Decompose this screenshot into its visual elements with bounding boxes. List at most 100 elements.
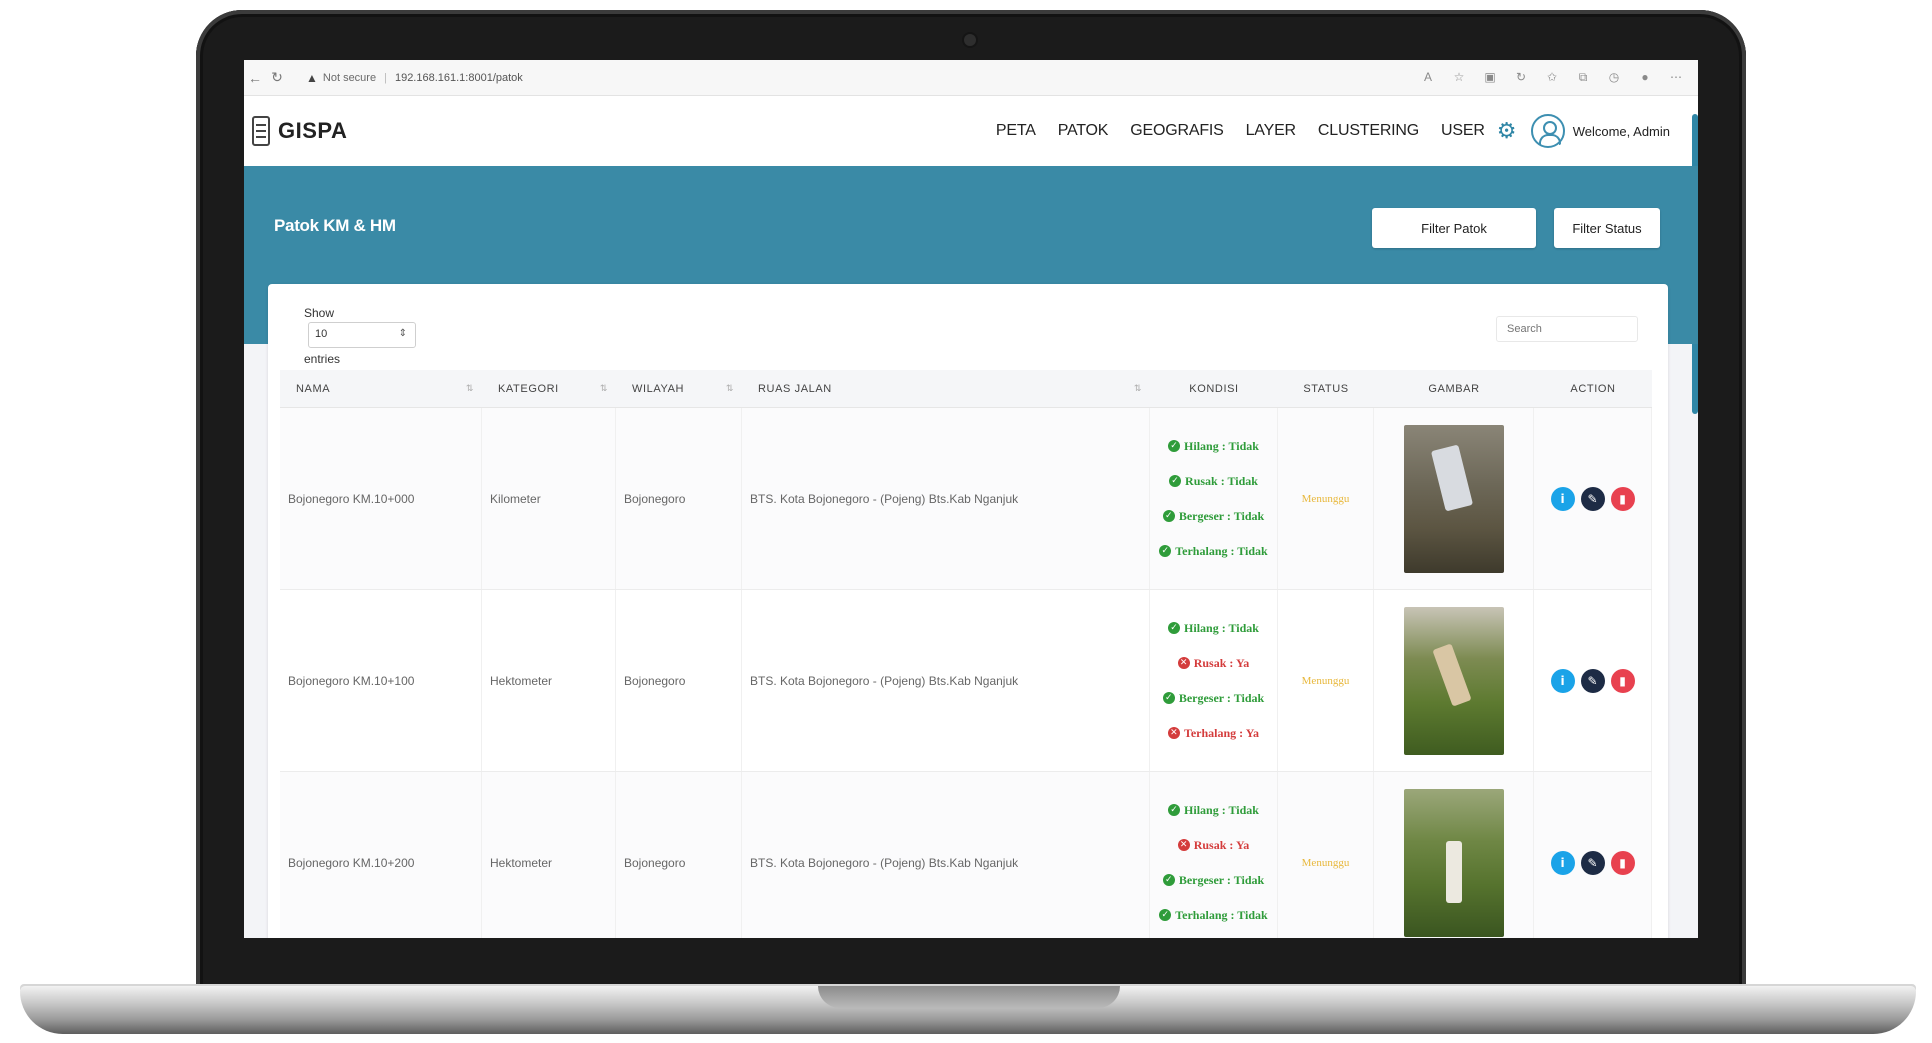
patok-table: NAMA ⇅ KATEGORI ⇅ WILAYAH ⇅ RUAS JALAN ⇅ KON…	[280, 370, 1652, 938]
column-header-nama[interactable]: NAMA ⇅	[280, 370, 482, 407]
laptop-notch	[818, 986, 1120, 1008]
webcam	[964, 34, 976, 46]
cell-ruas-jalan: BTS. Kota Bojonegoro - (Pojeng) Bts.Kab …	[742, 772, 1150, 938]
patok-post-shape	[1445, 840, 1462, 903]
brand-name: GISPA	[278, 118, 348, 143]
info-icon[interactable]: i	[1550, 486, 1575, 511]
browser-toolbar: ← ↻ ▲ Not secure | 192.168.161.1:8001/pa…	[244, 60, 1698, 96]
cell-status: Menunggu	[1278, 408, 1374, 589]
search-input[interactable]	[1496, 316, 1638, 342]
check-circle-icon: ✓	[1168, 622, 1181, 634]
kondisi-rusak: ✕ Rusak : Ya	[1177, 656, 1249, 671]
cell-gambar	[1374, 408, 1534, 589]
patok-photo[interactable]	[1403, 606, 1504, 755]
column-header-kategori[interactable]: KATEGORI ⇅	[482, 370, 616, 407]
cell-wilayah: Bojonegoro	[616, 772, 742, 938]
browser-tools: A ☆ ▣ ↻ ✩ ⧉ ◷ ● ⋯	[1418, 70, 1698, 85]
cell-action: i ✎ ▮	[1534, 772, 1652, 938]
sort-icon: ⇅	[1133, 383, 1142, 393]
trash-icon[interactable]: ▮	[1610, 486, 1635, 511]
check-circle-icon: ✓	[1169, 475, 1182, 487]
edit-icon[interactable]: ✎	[1580, 668, 1605, 693]
app-navbar: GISPA PETA PATOK GEOGRAFIS LAYER CLUSTER…	[244, 96, 1698, 414]
cell-kondisi: ✓ Hilang : Tidak ✕ Rusak : Ya ✓ Bergeser : …	[1150, 772, 1278, 938]
read-aloud-icon[interactable]: A	[1418, 70, 1438, 85]
column-header-kondisi: KONDISI	[1189, 382, 1239, 395]
warning-icon: ▲	[306, 70, 318, 85]
kondisi-rusak: ✕ Rusak : Ya	[1177, 838, 1249, 853]
brand[interactable]: GISPA	[252, 116, 347, 146]
entries-label: entries	[304, 352, 341, 366]
filter-patok-button[interactable]: Filter Patok	[1372, 208, 1536, 248]
nav-item-user[interactable]: USER	[1441, 122, 1485, 140]
brand-logo-icon	[252, 116, 270, 146]
page-length-value: 10	[315, 328, 328, 340]
patok-photo[interactable]	[1403, 788, 1504, 937]
table-row: Bojonegoro KM.10+200 Hektometer Bojonego…	[280, 772, 1652, 938]
nav-item-peta[interactable]: PETA	[996, 122, 1036, 140]
tab-icon[interactable]: ▣	[1480, 70, 1500, 85]
kondisi-hilang: ✓ Hilang : Tidak	[1168, 803, 1259, 818]
check-circle-icon: ✓	[1159, 545, 1172, 557]
trash-icon[interactable]: ▮	[1610, 850, 1635, 875]
sort-icon: ⇅	[465, 383, 474, 393]
patok-post-shape	[1431, 642, 1472, 707]
security-label: Not secure	[322, 71, 377, 84]
cell-status: Menunggu	[1278, 590, 1374, 771]
column-header-wilayah[interactable]: WILAYAH ⇅	[616, 370, 742, 407]
cell-action: i ✎ ▮	[1534, 590, 1652, 771]
patok-photo[interactable]	[1403, 424, 1504, 573]
page-title: Patok KM & HM	[274, 216, 396, 235]
status-badge: Menunggu	[1301, 492, 1350, 505]
patok-post-shape	[1430, 444, 1473, 511]
check-circle-icon: ✓	[1162, 510, 1175, 522]
info-icon[interactable]: i	[1550, 668, 1575, 693]
check-circle-icon: ✓	[1162, 874, 1175, 886]
table-row: Bojonegoro KM.10+000 Kilometer Bojonegor…	[280, 408, 1652, 590]
nav-item-clustering[interactable]: CLUSTERING	[1318, 122, 1419, 140]
x-circle-icon: ✕	[1177, 839, 1190, 851]
welcome-text[interactable]: Welcome, Admin	[1573, 124, 1670, 139]
nav-item-layer[interactable]: LAYER	[1246, 122, 1296, 140]
check-circle-icon: ✓	[1159, 909, 1172, 921]
column-header-ruas-jalan[interactable]: RUAS JALAN ⇅	[742, 370, 1150, 407]
trash-icon[interactable]: ▮	[1610, 668, 1635, 693]
collections-icon[interactable]: ⧉	[1573, 70, 1593, 85]
edit-icon[interactable]: ✎	[1580, 486, 1605, 511]
more-icon[interactable]: ⋯	[1666, 70, 1686, 85]
back-icon[interactable]: ←	[244, 70, 266, 86]
table-row: Bojonegoro KM.10+100 Hektometer Bojonego…	[280, 590, 1652, 772]
x-circle-icon: ✕	[1167, 727, 1180, 739]
user-avatar-icon[interactable]	[1530, 114, 1565, 148]
status-badge: Menunggu	[1301, 856, 1350, 869]
refresh-icon[interactable]: ↻	[1511, 70, 1531, 85]
kondisi-bergeser: ✓ Bergeser : Tidak	[1162, 691, 1264, 706]
cell-ruas-jalan: BTS. Kota Bojonegoro - (Pojeng) Bts.Kab …	[742, 590, 1150, 771]
main-menu: PETA PATOK GEOGRAFIS LAYER CLUSTERING US…	[996, 96, 1698, 166]
page-length-select[interactable]: 10 ⇕	[308, 322, 416, 348]
profile-icon[interactable]: ●	[1635, 70, 1655, 85]
history-icon[interactable]: ◷	[1604, 70, 1624, 85]
gear-icon[interactable]: ⚙	[1497, 120, 1519, 142]
reload-icon[interactable]: ↻	[266, 69, 288, 86]
cell-kategori: Kilometer	[482, 408, 616, 589]
cell-gambar	[1374, 590, 1534, 771]
favorite-icon[interactable]: ☆	[1449, 70, 1469, 85]
laptop-mockup: ← ↻ ▲ Not secure | 192.168.161.1:8001/pa…	[0, 0, 1932, 1043]
sort-icon: ⇅	[725, 383, 734, 393]
edit-icon[interactable]: ✎	[1580, 850, 1605, 875]
favorites-icon[interactable]: ✩	[1542, 70, 1562, 85]
address-bar[interactable]: ▲ Not secure | 192.168.161.1:8001/patok	[306, 66, 523, 90]
kondisi-rusak: ✓ Rusak : Tidak	[1169, 474, 1258, 489]
kondisi-bergeser: ✓ Bergeser : Tidak	[1162, 509, 1264, 524]
check-circle-icon: ✓	[1162, 692, 1175, 704]
cell-nama: Bojonegoro KM.10+200	[280, 772, 482, 938]
nav-item-patok[interactable]: PATOK	[1058, 122, 1109, 140]
nav-item-geografis[interactable]: GEOGRAFIS	[1130, 122, 1224, 140]
cell-kategori: Hektometer	[482, 590, 616, 771]
chevron-updown-icon: ⇕	[398, 328, 407, 339]
info-icon[interactable]: i	[1550, 850, 1575, 875]
cell-wilayah: Bojonegoro	[616, 590, 742, 771]
column-header-action: ACTION	[1570, 382, 1616, 395]
filter-status-button[interactable]: Filter Status	[1554, 208, 1660, 248]
